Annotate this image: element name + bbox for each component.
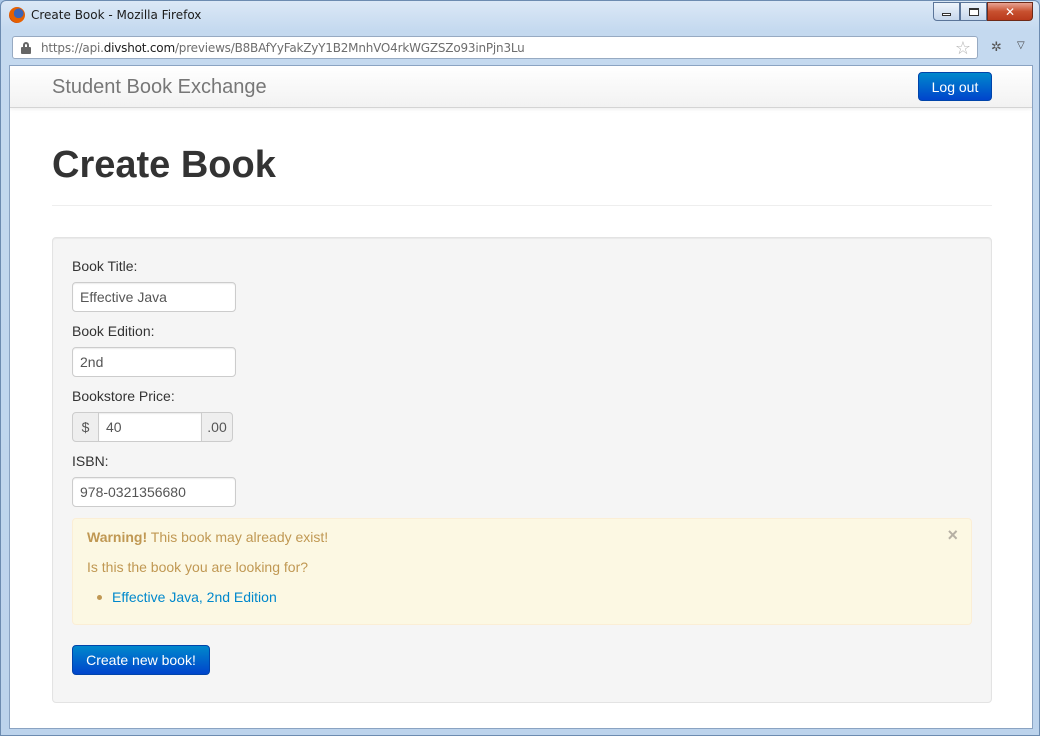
suggestion-list-item: Effective Java, 2nd Edition (97, 589, 277, 605)
alert-strong: Warning! (87, 529, 148, 545)
maximize-icon (968, 7, 979, 16)
book-edition-label: Book Edition: (72, 323, 155, 339)
create-book-button[interactable]: Create new book! (72, 645, 210, 675)
book-title-input[interactable]: Effective Java (72, 282, 236, 312)
close-icon: ✕ (1004, 4, 1016, 19)
chevron-down-icon[interactable]: ▽ (1017, 40, 1025, 51)
url-domain: divshot.com (103, 41, 175, 55)
book-edition-input[interactable]: 2nd (72, 347, 236, 377)
divider (52, 205, 992, 206)
window-controls: ✕ (933, 2, 1033, 21)
bookstore-price-input[interactable]: 40 (98, 412, 202, 442)
isbn-label: ISBN: (72, 453, 109, 469)
browser-window: Create Book - Mozilla Firefox ✕ https://… (0, 0, 1040, 736)
bullet-icon (97, 594, 102, 600)
suggestion-link[interactable]: Effective Java, 2nd Edition (112, 589, 277, 605)
url-path: /previews/B8BAfYyFakZyY1B2MnhVO4rkWGZSZo… (174, 41, 525, 55)
maximize-button[interactable] (960, 2, 987, 21)
url-prefix: https://api. (41, 41, 104, 55)
page-title: Create Book (52, 144, 276, 186)
title-bar: Create Book - Mozilla Firefox ✕ (1, 1, 1039, 31)
alert-question: Is this the book you are looking for? (87, 559, 309, 575)
url-text[interactable]: https://api.divshot.com/previews/B8BAfYy… (41, 41, 525, 55)
close-window-button[interactable]: ✕ (987, 2, 1033, 21)
browser-toolbar: https://api.divshot.com/previews/B8BAfYy… (9, 34, 1033, 62)
bookmark-star-icon[interactable]: ☆ (955, 38, 971, 58)
price-suffix-addon: .00 (201, 412, 233, 442)
create-book-form: Book Title: Effective Java Book Edition:… (52, 237, 992, 703)
duplicate-warning-alert: Warning! This book may already exist! Is… (72, 518, 972, 625)
firefox-logo-icon (9, 7, 25, 23)
alert-close-icon[interactable]: × (947, 526, 958, 544)
lock-icon (21, 42, 31, 54)
book-title-label: Book Title: (72, 258, 138, 274)
page-viewport: Student Book Exchange Log out Create Boo… (9, 65, 1033, 729)
site-navbar: Student Book Exchange Log out (10, 66, 1032, 108)
alert-message: Warning! This book may already exist! (87, 529, 328, 545)
window-title: Create Book - Mozilla Firefox (31, 8, 202, 22)
price-prefix-addon: $ (72, 412, 99, 442)
minimize-icon (942, 13, 951, 16)
url-bar[interactable]: https://api.divshot.com/previews/B8BAfYy… (12, 36, 978, 59)
bookstore-price-label: Bookstore Price: (72, 388, 175, 404)
brand-link[interactable]: Student Book Exchange (52, 76, 267, 99)
logout-button[interactable]: Log out (918, 72, 992, 101)
alert-text: This book may already exist! (150, 529, 329, 545)
isbn-input[interactable]: 978-0321356680 (72, 477, 236, 507)
addon-bug-icon[interactable]: ✲ (991, 39, 1002, 55)
minimize-button[interactable] (933, 2, 960, 21)
